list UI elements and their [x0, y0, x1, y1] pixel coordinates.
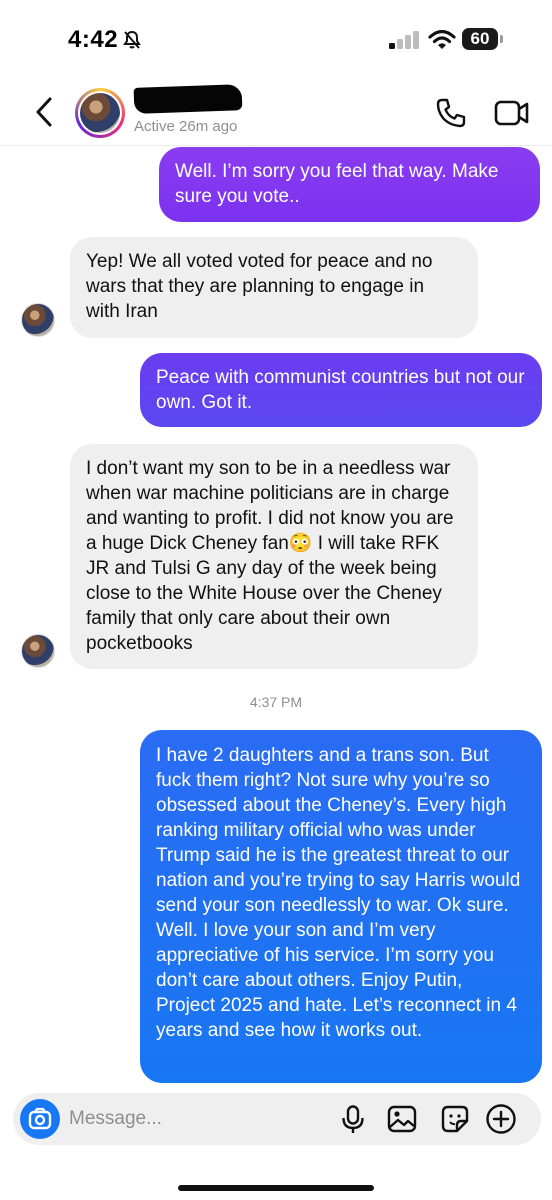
chevron-left-icon [36, 97, 52, 127]
status-time: 4:42 [68, 26, 119, 53]
sender-avatar[interactable] [21, 634, 55, 668]
signal-icon [388, 30, 422, 50]
phone-icon [436, 98, 466, 128]
home-indicator [178, 1185, 374, 1191]
more-options-button[interactable] [485, 1103, 517, 1135]
message-bubble-outgoing[interactable]: Peace with communist countries but not o… [140, 353, 542, 427]
message-bubble-incoming[interactable]: I don’t want my son to be in a needless … [70, 444, 478, 669]
active-status: Active 26m ago [134, 118, 238, 135]
wifi-icon [428, 29, 456, 51]
message-composer [13, 1093, 541, 1145]
message-bubble-outgoing[interactable]: Well. I’m sorry you feel that way. Make … [159, 147, 540, 222]
message-bubble-incoming[interactable]: Yep! We all voted voted for peace and no… [70, 237, 478, 338]
redacted-contact-name [133, 84, 243, 114]
sticker-button[interactable] [441, 1105, 469, 1133]
battery-icon: 60 [462, 28, 504, 50]
contact-avatar[interactable] [75, 88, 125, 138]
message-input[interactable] [69, 1099, 329, 1139]
gallery-button[interactable] [387, 1105, 417, 1133]
bell-slash-icon [122, 30, 142, 50]
message-bubble-outgoing[interactable]: I have 2 daughters and a trans son. But … [140, 730, 542, 1083]
audio-call-button[interactable] [434, 96, 468, 130]
camera-icon [28, 1107, 52, 1130]
video-call-button[interactable] [494, 96, 530, 130]
back-button[interactable] [30, 94, 62, 130]
plus-icon [486, 1104, 516, 1134]
status-bar: 4:42 60 [0, 0, 552, 80]
video-camera-icon [494, 100, 529, 126]
message-timestamp: 4:37 PM [249, 694, 303, 710]
battery-level: 60 [462, 28, 498, 50]
sender-avatar[interactable] [21, 303, 55, 337]
chat-header: Active 26m ago [0, 80, 552, 146]
battery-tip [500, 35, 503, 43]
image-icon [387, 1105, 417, 1133]
camera-button[interactable] [20, 1099, 60, 1139]
voice-message-button[interactable] [341, 1105, 365, 1135]
microphone-icon [342, 1105, 364, 1133]
sticker-icon [441, 1105, 469, 1133]
